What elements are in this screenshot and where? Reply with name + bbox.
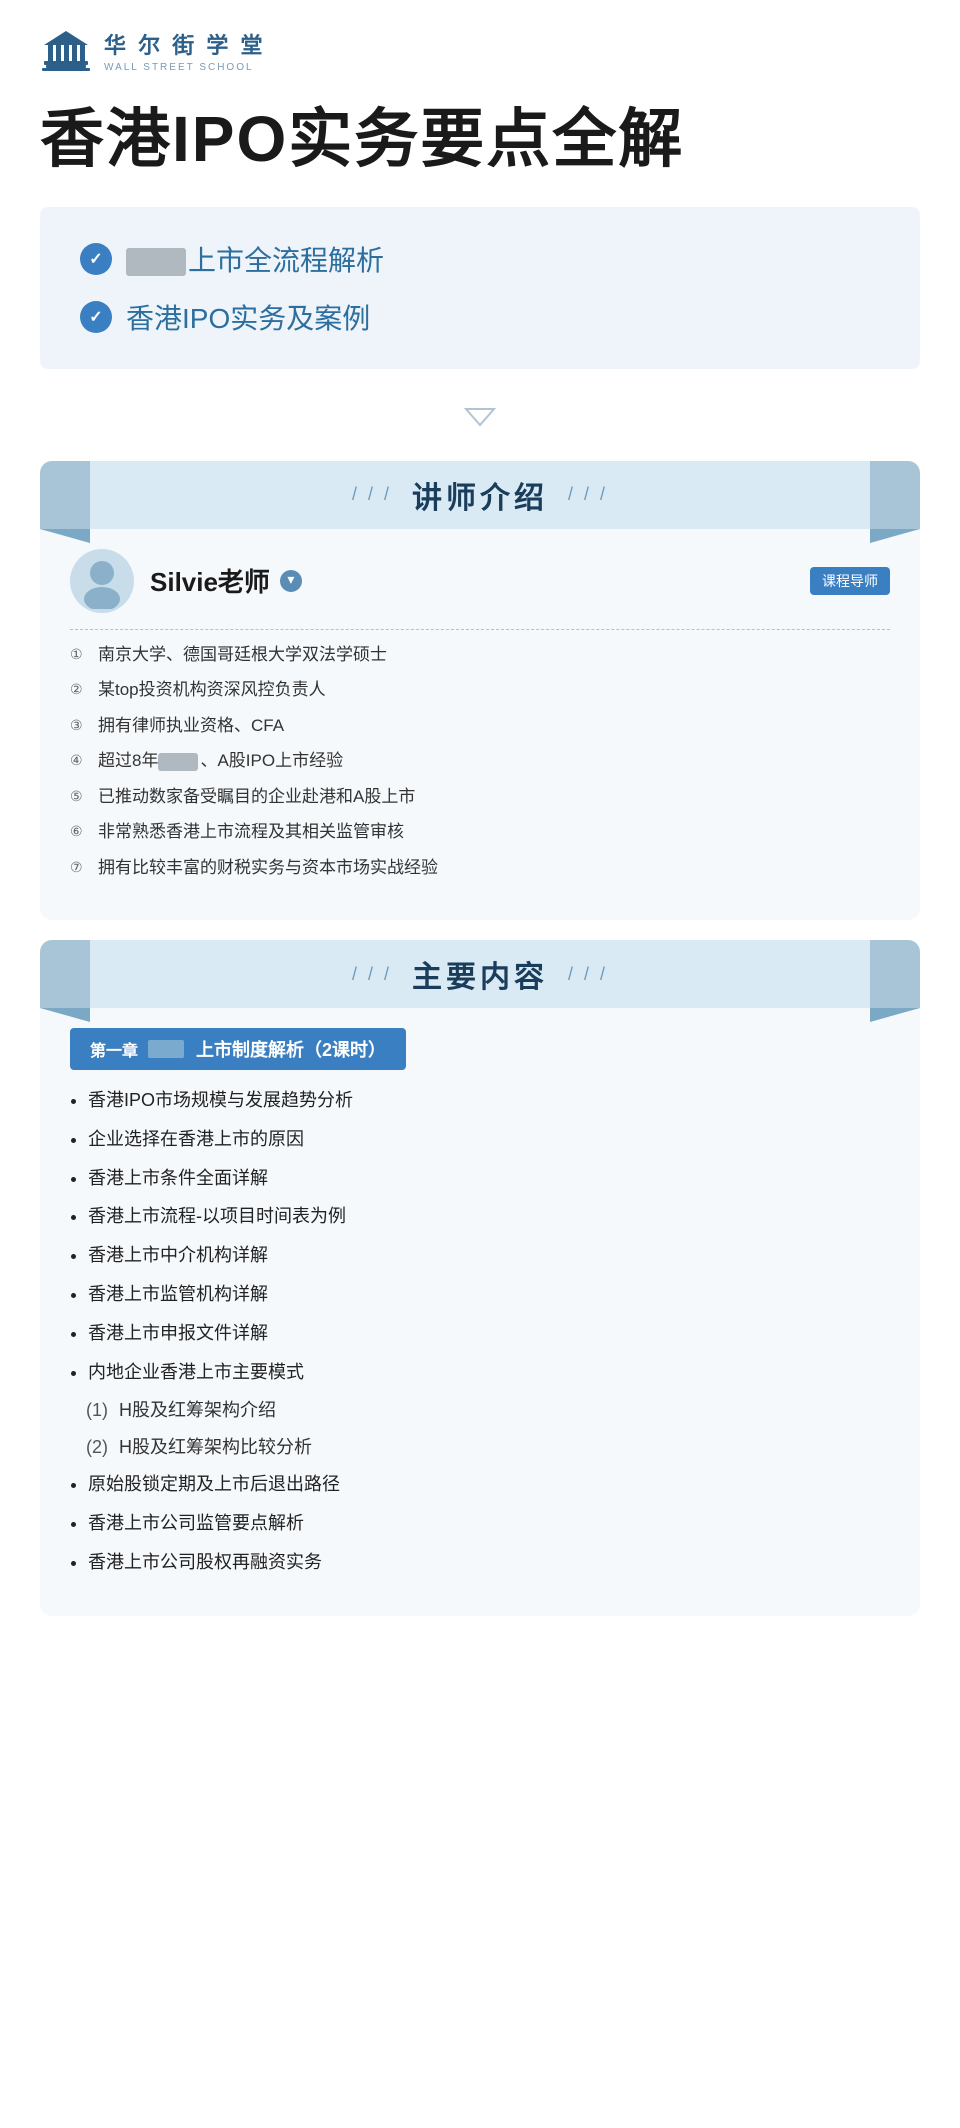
ribbon-title-main: 主要内容 xyxy=(412,952,548,996)
feature-label-1: 上市全流程解析 xyxy=(126,239,384,279)
chapter-1-header: 第一章 上市制度解析（2课时） xyxy=(70,1028,406,1070)
ribbon-slashes-left-instructor: / / / xyxy=(352,484,392,505)
ribbon-wing-right-instructor xyxy=(870,461,920,529)
credential-6: ⑥ 非常熟悉香港上市流程及其相关监管审核 xyxy=(70,819,890,845)
ribbon-slashes-right-instructor: / / / xyxy=(568,484,608,505)
feature-item-2: 香港IPO实务及案例 xyxy=(80,297,880,337)
ribbon-center-main: / / / 主要内容 / / / xyxy=(90,940,870,1008)
ribbon-wing-left-instructor xyxy=(40,461,90,529)
header: 华 尔 街 学 堂 WALL STREET SCHOOL xyxy=(0,0,960,93)
check-icon-2 xyxy=(80,301,112,333)
list-item: 香港IPO市场规模与发展趋势分析 xyxy=(88,1086,890,1115)
instructor-section-card: / / / 讲师介绍 / / / Silvie老师 课程导师 ① 南京 xyxy=(40,461,920,921)
chevron-down-icon[interactable] xyxy=(280,570,302,592)
credential-2: ② 某top投资机构资深风控负责人 xyxy=(70,677,890,703)
instructor-ribbon: / / / 讲师介绍 / / / xyxy=(40,461,920,529)
logo-chinese: 华 尔 街 学 堂 xyxy=(104,28,265,60)
instructor-name-row: Silvie老师 课程导师 xyxy=(150,562,890,599)
ribbon-center-instructor: / / / 讲师介绍 / / / xyxy=(90,461,870,529)
hero-section: 香港IPO实务要点全解 xyxy=(0,93,960,207)
sub-item-1: (1) H股及红筹架构介绍 xyxy=(40,1396,920,1425)
list-item: 内地企业香港上市主要模式 xyxy=(88,1358,890,1387)
list-item: 原始股锁定期及上市后退出路径 xyxy=(88,1470,890,1499)
feature-box: 上市全流程解析 香港IPO实务及案例 xyxy=(40,207,920,369)
list-item: 企业选择在香港上市的原因 xyxy=(88,1125,890,1154)
list-item: 香港上市流程-以项目时间表为例 xyxy=(88,1202,890,1231)
feature-label-2: 香港IPO实务及案例 xyxy=(126,297,370,337)
main-content-ribbon: / / / 主要内容 / / / xyxy=(40,940,920,1008)
ribbon-slashes-left-main: / / / xyxy=(352,964,392,985)
ribbon-wing-left-main xyxy=(40,940,90,1008)
check-icon-1 xyxy=(80,243,112,275)
credential-3: ③ 拥有律师执业资格、CFA xyxy=(70,713,890,739)
arrow-divider xyxy=(0,389,960,451)
list-item: 香港上市公司监管要点解析 xyxy=(88,1509,890,1538)
ribbon-slashes-right-main: / / / xyxy=(568,964,608,985)
feature-item-1: 上市全流程解析 xyxy=(80,239,880,279)
credential-4: ④ 超过8年 、A股IPO上市经验 xyxy=(70,748,890,774)
list-item: 香港上市监管机构详解 xyxy=(88,1280,890,1309)
list-item: 香港上市中介机构详解 xyxy=(88,1241,890,1270)
page-title: 香港IPO实务要点全解 xyxy=(40,103,920,177)
instructor-block: Silvie老师 课程导师 ① 南京大学、德国哥廷根大学双法学硕士 ② 某top… xyxy=(40,549,920,881)
list-item: 香港上市申报文件详解 xyxy=(88,1319,890,1348)
sub-item-2: (2) H股及红筹架构比较分析 xyxy=(40,1433,920,1462)
credential-7: ⑦ 拥有比较丰富的财税实务与资本市场实战经验 xyxy=(70,855,890,881)
logo-icon xyxy=(40,29,92,73)
list-item: 香港上市公司股权再融资实务 xyxy=(88,1548,890,1577)
divider-instructor xyxy=(70,629,890,630)
list-item: 香港上市条件全面详解 xyxy=(88,1164,890,1193)
content-list-2: 原始股锁定期及上市后退出路径 香港上市公司监管要点解析 香港上市公司股权再融资实… xyxy=(40,1470,920,1576)
credential-1: ① 南京大学、德国哥廷根大学双法学硕士 xyxy=(70,642,890,668)
ribbon-title-instructor: 讲师介绍 xyxy=(412,473,548,517)
credential-list: ① 南京大学、德国哥廷根大学双法学硕士 ② 某top投资机构资深风控负责人 ③ … xyxy=(70,642,890,881)
chapter-label: 第一章 xyxy=(90,1037,138,1061)
chapter-blurred xyxy=(148,1040,184,1058)
logo-text-block: 华 尔 街 学 堂 WALL STREET SCHOOL xyxy=(104,28,265,73)
ribbon-wing-right-main xyxy=(870,940,920,1008)
instructor-header: Silvie老师 课程导师 xyxy=(70,549,890,613)
main-content-section-card: / / / 主要内容 / / / 第一章 上市制度解析（2课时） 香港IPO市场… xyxy=(40,940,920,1616)
chapter-title: 上市制度解析（2课时） xyxy=(196,1036,386,1062)
blurred-text-1 xyxy=(126,248,186,276)
credential-5: ⑤ 已推动数家备受瞩目的企业赴港和A股上市 xyxy=(70,784,890,810)
logo-english: WALL STREET SCHOOL xyxy=(104,62,265,73)
course-badge: 课程导师 xyxy=(810,567,890,595)
content-list-1: 香港IPO市场规模与发展趋势分析 企业选择在香港上市的原因 香港上市条件全面详解… xyxy=(40,1086,920,1386)
avatar xyxy=(70,549,134,613)
instructor-name: Silvie老师 xyxy=(150,562,270,599)
